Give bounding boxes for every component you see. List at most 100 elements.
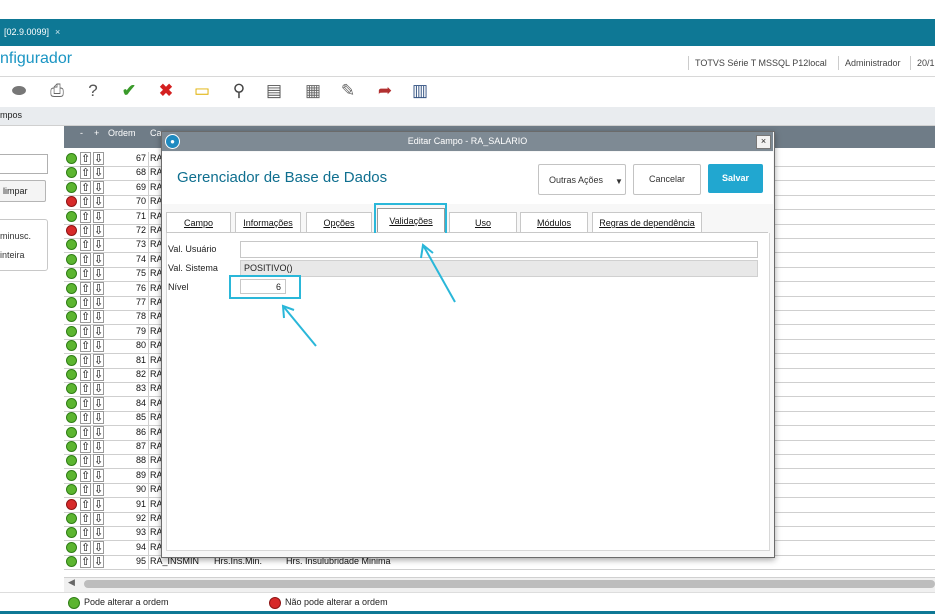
move-down-icon[interactable]: ⇩ <box>93 483 104 497</box>
move-down-icon[interactable]: ⇩ <box>93 512 104 525</box>
move-down-icon[interactable]: ⇩ <box>93 440 104 453</box>
order-cell: 89 <box>135 469 146 480</box>
tab-uso[interactable]: Uso <box>449 212 517 233</box>
calendar-icon[interactable]: ▥ <box>409 80 431 102</box>
move-down-icon[interactable]: ⇩ <box>93 425 104 439</box>
move-up-icon[interactable]: ⇧ <box>80 396 91 410</box>
move-down-icon[interactable]: ⇩ <box>93 324 104 338</box>
search-icon[interactable]: ⚲ <box>228 80 250 102</box>
move-up-icon[interactable]: ⇧ <box>80 296 91 309</box>
move-down-icon[interactable]: ⇩ <box>93 339 104 353</box>
move-up-icon[interactable]: ⇧ <box>80 368 91 381</box>
move-down-icon[interactable]: ⇩ <box>93 252 104 266</box>
tab-campo[interactable]: Campo <box>166 212 231 233</box>
printer-icon[interactable]: ⎙ <box>46 80 68 102</box>
option-inteira[interactable]: inteira <box>0 250 25 260</box>
move-up-icon[interactable]: ⇧ <box>80 512 91 525</box>
move-up-icon[interactable]: ⇧ <box>80 497 91 511</box>
preview-icon[interactable]: ▤ <box>263 80 285 102</box>
tab-regras[interactable]: Regras de dependência <box>592 212 702 233</box>
move-up-icon[interactable]: ⇧ <box>80 440 91 453</box>
header-minus[interactable]: - <box>80 128 83 138</box>
move-up-icon[interactable]: ⇧ <box>80 353 91 367</box>
move-down-icon[interactable]: ⇩ <box>93 296 104 309</box>
scroll-left-icon[interactable]: ◀ <box>68 577 75 588</box>
dialog-heading: Gerenciador de Base de Dados <box>177 169 388 186</box>
header-field[interactable]: Ca <box>150 128 162 138</box>
move-up-icon[interactable]: ⇧ <box>80 310 91 324</box>
move-up-icon[interactable]: ⇧ <box>80 224 91 237</box>
app-tab-bar <box>0 19 935 46</box>
app-tab[interactable]: [02.9.0099] × <box>0 22 64 42</box>
move-down-icon[interactable]: ⇩ <box>93 497 104 511</box>
move-down-icon[interactable]: ⇩ <box>93 238 104 252</box>
move-up-icon[interactable]: ⇧ <box>80 252 91 266</box>
edit-document-icon[interactable]: ✎ <box>337 80 359 102</box>
move-up-icon[interactable]: ⇧ <box>80 526 91 540</box>
move-down-icon[interactable]: ⇩ <box>93 267 104 281</box>
folder-icon[interactable]: ▭ <box>191 80 213 102</box>
clear-button[interactable]: limpar <box>0 180 46 202</box>
move-down-icon[interactable]: ⇩ <box>93 281 104 295</box>
cell-divider <box>148 209 149 224</box>
move-down-icon[interactable]: ⇩ <box>93 396 104 410</box>
move-down-icon[interactable]: ⇩ <box>93 152 104 165</box>
move-up-icon[interactable]: ⇧ <box>80 267 91 281</box>
move-down-icon[interactable]: ⇩ <box>93 454 104 468</box>
tab-informacoes[interactable]: Informações <box>235 212 301 233</box>
move-down-icon[interactable]: ⇩ <box>93 209 104 223</box>
more-actions-button[interactable]: Outras Ações ▼ <box>538 164 626 195</box>
move-up-icon[interactable]: ⇧ <box>80 411 91 425</box>
move-up-icon[interactable]: ⇧ <box>80 454 91 468</box>
move-up-icon[interactable]: ⇧ <box>80 540 91 554</box>
system-validation-input[interactable]: POSITIVO() <box>240 260 758 277</box>
export-document-icon[interactable]: ➦ <box>374 80 396 102</box>
move-up-icon[interactable]: ⇧ <box>80 195 91 209</box>
scroll-thumb[interactable] <box>84 580 935 588</box>
move-up-icon[interactable]: ⇧ <box>80 339 91 353</box>
add-document-icon[interactable]: ▦ <box>302 80 324 102</box>
move-down-icon[interactable]: ⇩ <box>93 411 104 425</box>
save-button[interactable]: Salvar <box>708 164 763 193</box>
move-up-icon[interactable]: ⇧ <box>80 555 91 569</box>
help-icon[interactable]: ? <box>82 80 104 102</box>
move-up-icon[interactable]: ⇧ <box>80 152 91 165</box>
header-plus[interactable]: + <box>94 128 99 138</box>
cancel-button[interactable]: Cancelar <box>633 164 701 195</box>
move-up-icon[interactable]: ⇧ <box>80 324 91 338</box>
move-down-icon[interactable]: ⇩ <box>93 540 104 554</box>
move-down-icon[interactable]: ⇩ <box>93 180 104 194</box>
tab-opcoes[interactable]: Opções <box>306 212 372 233</box>
move-down-icon[interactable]: ⇩ <box>93 468 104 482</box>
move-up-icon[interactable]: ⇧ <box>80 180 91 194</box>
move-up-icon[interactable]: ⇧ <box>80 166 91 180</box>
tab-modulos[interactable]: Módulos <box>520 212 588 233</box>
confirm-check-icon[interactable]: ✔ <box>118 80 140 102</box>
move-down-icon[interactable]: ⇩ <box>93 555 104 569</box>
move-up-icon[interactable]: ⇧ <box>80 468 91 482</box>
tab-close-icon[interactable]: × <box>55 27 60 37</box>
move-up-icon[interactable]: ⇧ <box>80 425 91 439</box>
move-down-icon[interactable]: ⇩ <box>93 368 104 381</box>
dialog-close-button[interactable]: × <box>756 135 771 149</box>
move-down-icon[interactable]: ⇩ <box>93 195 104 209</box>
move-down-icon[interactable]: ⇩ <box>93 526 104 540</box>
move-up-icon[interactable]: ⇧ <box>80 281 91 295</box>
move-down-icon[interactable]: ⇩ <box>93 166 104 180</box>
move-up-icon[interactable]: ⇧ <box>80 382 91 396</box>
move-up-icon[interactable]: ⇧ <box>80 238 91 252</box>
move-up-icon[interactable]: ⇧ <box>80 209 91 223</box>
search-input[interactable] <box>0 154 48 174</box>
eraser-icon[interactable]: ⬬ <box>8 80 30 102</box>
move-down-icon[interactable]: ⇩ <box>93 310 104 324</box>
option-minusc[interactable]: minusc. <box>0 231 31 241</box>
order-cell: 92 <box>135 513 146 523</box>
delete-x-icon[interactable]: ✖ <box>155 80 177 102</box>
header-order[interactable]: Ordem <box>108 128 136 138</box>
move-down-icon[interactable]: ⇩ <box>93 353 104 367</box>
move-down-icon[interactable]: ⇩ <box>93 224 104 237</box>
user-validation-input[interactable] <box>240 241 758 258</box>
move-up-icon[interactable]: ⇧ <box>80 483 91 497</box>
cell-divider <box>148 195 149 210</box>
move-down-icon[interactable]: ⇩ <box>93 382 104 396</box>
